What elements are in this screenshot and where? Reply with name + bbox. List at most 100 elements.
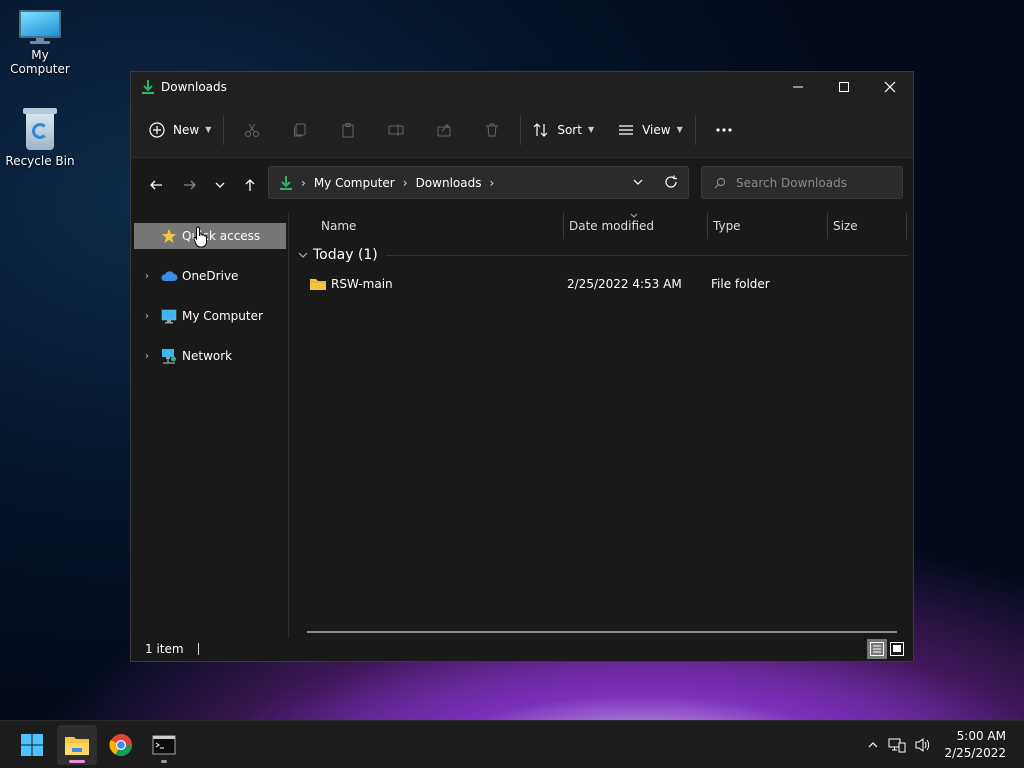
title-bar[interactable]: Downloads bbox=[131, 72, 913, 102]
chevron-right-icon[interactable]: › bbox=[138, 271, 156, 282]
nav-item-quick-access[interactable]: Quick access bbox=[134, 223, 286, 249]
search-box[interactable] bbox=[701, 166, 903, 199]
breadcrumb-downloads[interactable]: Downloads bbox=[416, 176, 482, 190]
column-separator[interactable] bbox=[563, 213, 564, 239]
sort-indicator-icon bbox=[630, 213, 638, 218]
download-icon bbox=[280, 175, 292, 190]
network-status-button[interactable] bbox=[884, 737, 910, 753]
sort-button-label: Sort bbox=[557, 122, 582, 137]
hand-cursor-icon bbox=[193, 226, 207, 248]
clock-date: 2/25/2022 bbox=[944, 746, 1006, 760]
system-clock[interactable]: 5:00 AM 2/25/2022 bbox=[944, 728, 1006, 762]
column-header-label: Date modified bbox=[569, 219, 655, 233]
chevron-up-icon bbox=[868, 742, 878, 748]
navigation-pane: Quick access › OneDrive › My Computer › … bbox=[131, 213, 289, 638]
toolbar-separator bbox=[520, 114, 522, 145]
volume-icon bbox=[915, 738, 930, 752]
terminal-icon bbox=[152, 735, 176, 755]
command-bar: New ▼ Sort ▼ View ▼ bbox=[131, 102, 913, 158]
start-button[interactable] bbox=[12, 725, 52, 765]
paste-icon bbox=[342, 122, 354, 137]
copy-button[interactable] bbox=[276, 112, 324, 148]
minimize-button[interactable] bbox=[775, 72, 821, 102]
minimize-icon bbox=[793, 86, 803, 88]
star-icon bbox=[160, 228, 178, 244]
column-header-type[interactable]: Type bbox=[713, 213, 825, 239]
column-header-name[interactable]: Name bbox=[321, 213, 561, 239]
share-button[interactable] bbox=[420, 112, 468, 148]
nav-item-my-computer[interactable]: › My Computer bbox=[134, 303, 286, 329]
chevron-down-icon: ▼ bbox=[587, 125, 595, 134]
up-button[interactable] bbox=[235, 170, 265, 200]
arrow-right-icon bbox=[184, 180, 196, 190]
recent-locations-button[interactable] bbox=[205, 170, 235, 200]
chevron-down-icon bbox=[215, 182, 225, 188]
start-icon bbox=[21, 734, 43, 756]
clock-time: 5:00 AM bbox=[956, 729, 1006, 743]
share-icon bbox=[437, 124, 451, 136]
table-row[interactable]: RSW-main 2/25/2022 4:53 AM File folder bbox=[305, 273, 905, 295]
chrome-icon bbox=[109, 734, 132, 756]
taskbar-chrome[interactable] bbox=[101, 725, 141, 765]
breadcrumb-separator: › bbox=[489, 175, 495, 190]
paste-button[interactable] bbox=[324, 112, 372, 148]
desktop-icon-recycle-bin[interactable]: Recycle Bin bbox=[0, 108, 80, 168]
file-date-modified: 2/25/2022 4:53 AM bbox=[567, 277, 682, 291]
address-bar[interactable]: › My Computer › Downloads › bbox=[268, 166, 689, 199]
new-button-label: New bbox=[173, 122, 200, 137]
column-header-size[interactable]: Size bbox=[833, 213, 903, 239]
column-separator[interactable] bbox=[827, 213, 828, 239]
arrow-up-icon bbox=[245, 179, 255, 191]
desktop-icon-my-computer[interactable]: My Computer bbox=[0, 10, 80, 76]
sort-button[interactable]: Sort ▼ bbox=[525, 112, 602, 148]
status-bar: 1 item bbox=[131, 637, 913, 661]
sort-icon bbox=[533, 122, 548, 137]
show-hidden-icons-button[interactable] bbox=[862, 739, 884, 751]
view-button-label: View bbox=[642, 122, 671, 137]
breadcrumb-my-computer[interactable]: My Computer bbox=[314, 176, 395, 190]
more-options-button[interactable] bbox=[700, 112, 748, 148]
chevron-down-icon[interactable] bbox=[632, 176, 644, 188]
large-icons-view-button[interactable] bbox=[887, 639, 907, 659]
new-button[interactable]: New ▼ bbox=[141, 112, 219, 148]
forward-button[interactable] bbox=[175, 170, 205, 200]
taskbar-file-explorer[interactable] bbox=[57, 725, 97, 765]
close-button[interactable] bbox=[867, 72, 913, 102]
horizontal-scrollbar[interactable] bbox=[307, 631, 897, 633]
refresh-icon[interactable] bbox=[664, 175, 678, 189]
monitor-icon bbox=[160, 308, 178, 324]
back-button[interactable] bbox=[141, 170, 171, 200]
system-tray bbox=[862, 721, 936, 768]
column-separator[interactable] bbox=[707, 213, 708, 239]
volume-button[interactable] bbox=[910, 737, 936, 753]
rename-icon bbox=[388, 123, 404, 136]
taskbar-terminal[interactable] bbox=[144, 725, 184, 765]
recycle-bin-icon bbox=[23, 108, 57, 150]
toolbar-separator bbox=[223, 114, 225, 145]
view-button[interactable]: View ▼ bbox=[610, 112, 691, 148]
desktop-icon-label: Recycle Bin bbox=[5, 154, 75, 168]
desktop-icon-label: My Computer bbox=[10, 48, 70, 76]
search-input[interactable] bbox=[736, 175, 896, 190]
nav-item-label: Network bbox=[182, 349, 233, 363]
chevron-right-icon[interactable]: › bbox=[138, 351, 156, 362]
column-header-label: Type bbox=[713, 219, 741, 233]
nav-item-onedrive[interactable]: › OneDrive bbox=[134, 263, 286, 289]
rename-button[interactable] bbox=[372, 112, 420, 148]
copy-icon bbox=[294, 123, 306, 136]
chevron-down-icon: ▼ bbox=[676, 125, 683, 134]
chevron-right-icon[interactable]: › bbox=[138, 311, 156, 322]
plus-circle-icon bbox=[149, 121, 165, 138]
group-header-today[interactable]: Today (1) bbox=[297, 245, 378, 265]
delete-button[interactable] bbox=[468, 112, 516, 148]
file-explorer-window: Downloads New ▼ Sort ▼ View ▼ › My Compu… bbox=[130, 71, 914, 662]
nav-item-label: OneDrive bbox=[182, 269, 239, 283]
maximize-button[interactable] bbox=[821, 72, 867, 102]
cut-icon bbox=[245, 123, 260, 137]
nav-item-network[interactable]: › Network bbox=[134, 343, 286, 369]
network-icon bbox=[160, 348, 178, 364]
nav-item-label: My Computer bbox=[182, 309, 263, 323]
column-separator[interactable] bbox=[906, 213, 907, 239]
cut-button[interactable] bbox=[228, 112, 276, 148]
details-view-button[interactable] bbox=[867, 639, 887, 659]
